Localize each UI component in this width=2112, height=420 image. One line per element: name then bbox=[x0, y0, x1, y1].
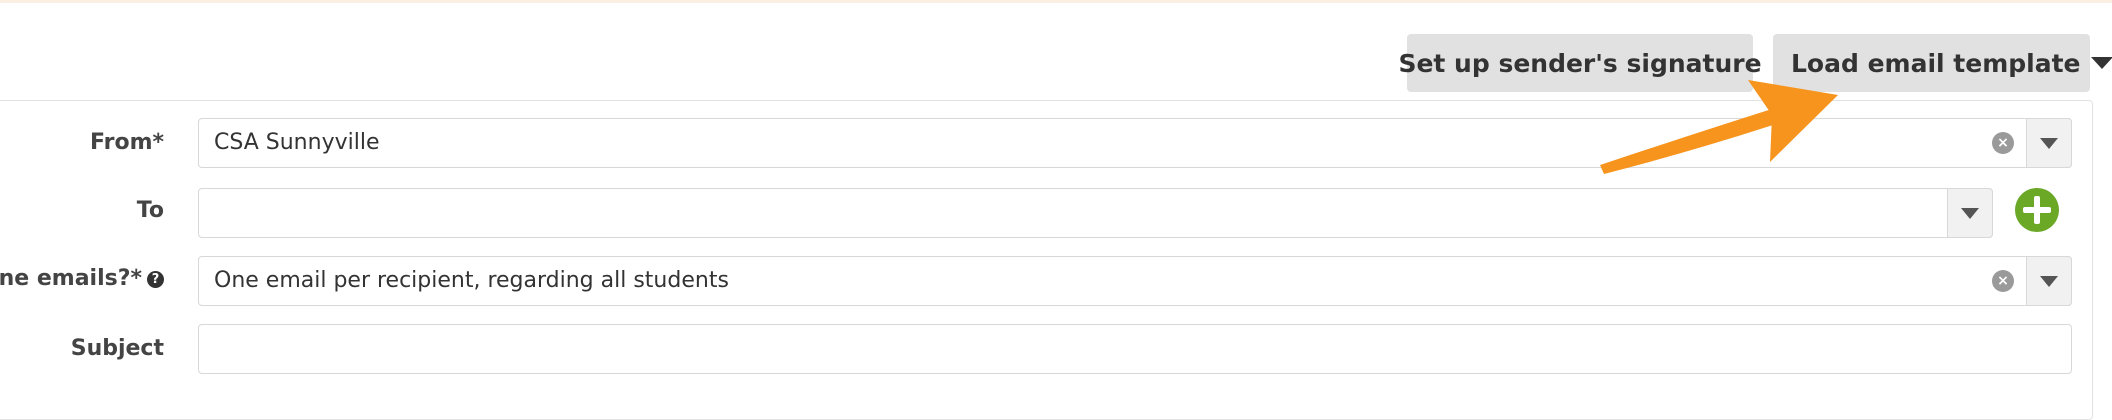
subject-input[interactable] bbox=[198, 324, 2072, 374]
chevron-down-icon bbox=[2040, 276, 2058, 287]
combine-emails-value: One email per recipient, regarding all s… bbox=[214, 257, 729, 305]
from-label: From* bbox=[0, 130, 164, 155]
from-dropdown-toggle[interactable] bbox=[2026, 118, 2072, 168]
from-value: CSA Sunnyville bbox=[214, 119, 379, 167]
subject-label: Subject bbox=[0, 336, 164, 361]
top-border bbox=[0, 0, 2112, 3]
chevron-down-icon bbox=[2040, 138, 2058, 149]
load-email-template-button[interactable]: Load email template bbox=[1773, 34, 2090, 92]
to-select[interactable] bbox=[198, 188, 1993, 238]
subject-label-text: Subject bbox=[71, 336, 164, 361]
combine-emails-label: mbine emails?*? bbox=[0, 266, 164, 291]
clear-icon[interactable]: × bbox=[1992, 270, 2014, 292]
help-icon[interactable]: ? bbox=[147, 271, 164, 288]
to-label: To bbox=[0, 198, 164, 223]
to-dropdown-toggle[interactable] bbox=[1947, 188, 1993, 238]
clear-icon[interactable]: × bbox=[1992, 132, 2014, 154]
to-label-text: To bbox=[137, 198, 164, 223]
combine-emails-label-text: mbine emails?* bbox=[0, 266, 142, 291]
combine-emails-dropdown-toggle[interactable] bbox=[2026, 256, 2072, 306]
combine-emails-select[interactable]: One email per recipient, regarding all s… bbox=[198, 256, 2072, 306]
setup-signature-label: Set up sender's signature bbox=[1398, 49, 1761, 78]
load-email-template-label: Load email template bbox=[1791, 49, 2081, 78]
setup-signature-button[interactable]: Set up sender's signature bbox=[1407, 34, 1753, 92]
caret-down-icon bbox=[2091, 57, 2112, 69]
from-select[interactable]: CSA Sunnyville × bbox=[198, 118, 2072, 168]
add-recipient-plus-icon[interactable] bbox=[2015, 188, 2059, 232]
chevron-down-icon bbox=[1961, 208, 1979, 219]
from-label-text: From* bbox=[90, 130, 164, 155]
